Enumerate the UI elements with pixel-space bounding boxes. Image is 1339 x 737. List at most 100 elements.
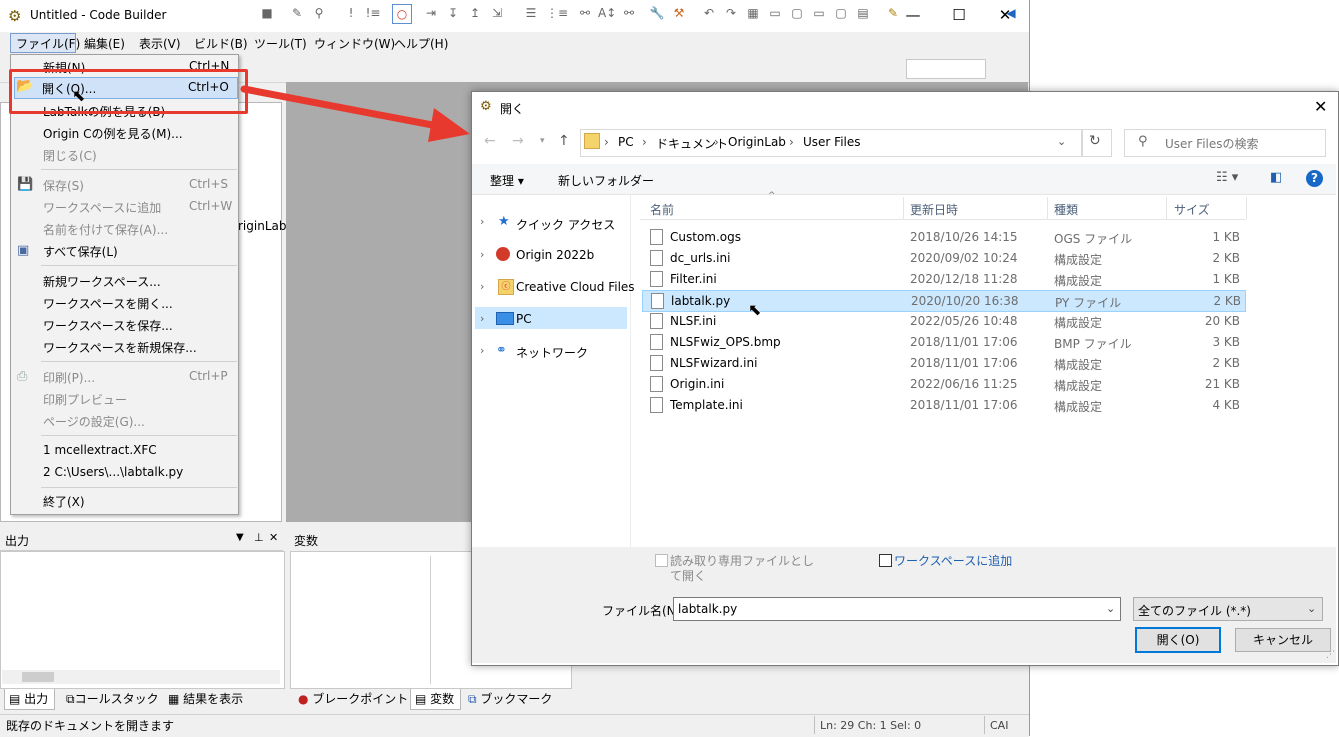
tab-results[interactable]: ▦ 結果を表示 [164,689,249,709]
column-size[interactable]: サイズ [1174,201,1210,218]
panel-dropdown-icon[interactable]: ▼ [236,532,244,543]
expand-chevron-icon[interactable]: › [480,344,484,357]
breakpoint-toggle-icon[interactable]: ○ [392,4,412,24]
menu-file[interactable]: ファイル(F) [14,35,82,52]
menu-item-save-all[interactable]: すべて保存(L) [43,243,118,260]
resize-grip-icon[interactable]: ⋰ [1326,650,1335,660]
menu-help[interactable]: ヘルプ(H) [392,35,450,52]
menu-item-save-as[interactable]: 名前を付けて保存(A)... [43,221,168,238]
tab-call-stack[interactable]: ⧉コールスタック [62,689,165,709]
comment-icon[interactable]: ▭ [810,4,828,22]
menu-tools[interactable]: ツール(T) [252,35,309,52]
view-options-icon[interactable]: ☷ ▾ [1216,170,1238,185]
menu-item-print-preview[interactable]: 印刷プレビュー [43,391,127,408]
toolbar-combo-input[interactable] [906,59,986,79]
menu-item-recent-2[interactable]: 2 C:\Users\...\labtalk.py [43,465,183,479]
file-row[interactable]: NLSFwiz_OPS.bmp 2018/11/01 17:06 BMP ファイル 3… [642,332,1244,352]
grid-icon[interactable]: ▦ [744,4,762,22]
back-arrow-icon[interactable]: ← [484,133,496,149]
expand-chevron-icon[interactable]: › [480,215,484,228]
toolbar-find-icon[interactable]: ⚲ [310,4,328,22]
stop-icon[interactable]: ■ [258,4,276,22]
callout-icon[interactable]: ▢ [788,4,806,22]
build-icon[interactable]: ⚒ [670,4,688,22]
cancel-button[interactable]: キャンセル [1235,628,1331,652]
breadcrumb-user-files[interactable]: User Files [803,135,861,149]
scrollbar-thumb[interactable] [22,672,54,682]
column-divider[interactable] [903,197,904,219]
comment-list-icon[interactable]: ▤ [854,4,872,22]
breadcrumb-originlab[interactable]: OriginLab [728,135,786,149]
replace-icon[interactable]: A↕ [598,4,616,22]
column-divider[interactable] [1166,197,1167,219]
binoculars-icon[interactable]: ⚯ [576,4,594,22]
forward-arrow-icon[interactable]: → [512,133,524,149]
tab-breakpoints[interactable]: ● ブレークポイント [294,689,414,709]
preview-pane-icon[interactable]: ◧ [1270,170,1282,185]
menu-edit[interactable]: 編集(E) [82,35,127,52]
tab-output[interactable]: ▤ 出力 [4,689,56,710]
filename-input[interactable] [673,597,1121,621]
file-row[interactable]: Filter.ini 2020/12/18 11:28 構成設定 1 KB [642,269,1244,289]
navigate-back-icon[interactable]: ◀ [1002,4,1020,22]
menu-item-open-workspace[interactable]: ワークスペースを開く... [43,295,173,312]
list-icon[interactable]: ☰ [522,4,540,22]
run-to-cursor-icon[interactable]: ⇲ [488,4,506,22]
step-into-icon[interactable]: ↧ [444,4,462,22]
breadcrumb-pc[interactable]: PC [618,135,634,149]
output-panel-body[interactable] [0,551,285,689]
menu-item-save-workspace[interactable]: ワークスペースを保存... [43,317,173,334]
panel-close-icon[interactable]: ✕ [269,531,278,544]
undo-icon[interactable]: ↶ [700,4,718,22]
expand-chevron-icon[interactable]: › [480,280,484,293]
address-dropdown-icon[interactable]: ⌄ [1057,135,1066,148]
menu-item-originc-examples[interactable]: Origin Cの例を見る(M)... [43,125,183,142]
menu-item-save-workspace-as[interactable]: ワークスペースを新規保存... [43,339,197,356]
menu-build[interactable]: ビルド(B) [192,35,250,52]
nav-network[interactable]: ネットワーク [516,344,588,361]
file-row[interactable]: NLSFwizard.ini 2018/11/01 17:06 構成設定 2 KB [642,353,1244,373]
file-row[interactable]: Origin.ini 2022/06/16 11:25 構成設定 21 KB [642,374,1244,394]
exclamation-list-icon[interactable]: !≡ [364,4,382,22]
expand-chevron-icon[interactable]: › [480,312,484,325]
rectangle-icon[interactable]: ▭ [766,4,784,22]
menu-window[interactable]: ウィンドウ(W) [312,35,397,52]
recent-locations-icon[interactable]: ▾ [540,136,545,146]
menu-item-page-setup[interactable]: ページの設定(G)... [43,413,145,430]
menu-item-close[interactable]: 閉じる(C) [43,147,97,164]
organize-button[interactable]: 整理 ▾ [490,172,524,189]
nav-pc[interactable]: PC [516,312,532,326]
column-divider[interactable] [1047,197,1048,219]
help-icon[interactable]: ? [1306,170,1323,187]
dialog-close-button[interactable]: ✕ [1314,97,1327,116]
file-row[interactable]: NLSF.ini 2022/05/26 10:48 構成設定 20 KB [642,311,1244,331]
file-row[interactable]: dc_urls.ini 2020/09/02 10:24 構成設定 2 KB [642,248,1244,268]
readonly-checkbox[interactable] [655,554,668,567]
toolbar-tool-icon[interactable]: ✎ [288,4,306,22]
redo-icon[interactable]: ↷ [722,4,740,22]
tab-variables[interactable]: ▤ 変数 [410,689,462,710]
up-arrow-icon[interactable]: ↑ [558,133,570,149]
file-row[interactable]: Template.ini 2018/11/01 17:06 構成設定 4 KB [642,395,1244,415]
file-row[interactable]: labtalk.py 2020/10/20 16:38 PY ファイル 2 KB [642,290,1246,312]
filename-dropdown-icon[interactable]: ⌄ [1106,602,1115,615]
find-next-icon[interactable]: ⚯ [620,4,638,22]
menu-item-save[interactable]: 保存(S) [43,177,84,194]
pin-icon[interactable]: ⊥ [254,531,264,544]
step-icon[interactable]: ⇥ [422,4,440,22]
menu-item-new-workspace[interactable]: 新規ワークスペース... [43,273,161,290]
edit-icon[interactable]: ✎ [884,4,902,22]
column-name[interactable]: 名前 [650,201,674,218]
nav-origin-2022b[interactable]: Origin 2022b [516,248,594,262]
comment-reply-icon[interactable]: ▢ [832,4,850,22]
tree-icon[interactable]: ⋮≡ [546,4,568,22]
exclamation-icon[interactable]: ! [342,4,360,22]
menu-item-add-to-workspace[interactable]: ワークスペースに追加 [43,199,161,216]
new-folder-button[interactable]: 新しいフォルダー [558,172,654,189]
column-divider[interactable] [1246,197,1247,219]
menu-view[interactable]: 表示(V) [137,35,183,52]
step-out-icon[interactable]: ↥ [466,4,484,22]
menu-item-print[interactable]: 印刷(P)... [43,369,95,386]
menu-item-exit[interactable]: 終了(X) [43,493,85,510]
wrench-icon[interactable]: 🔧 [648,4,666,22]
